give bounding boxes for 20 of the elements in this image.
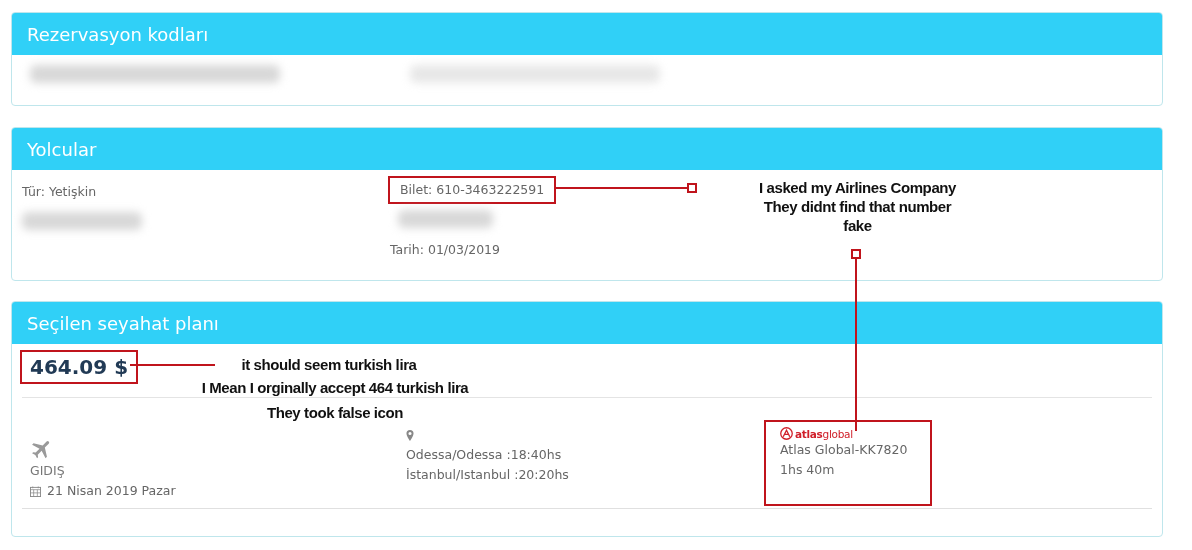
route-stop: İstanbul/Istanbul :20:20hs bbox=[406, 466, 569, 484]
departure-date: 21 Nisan 2019 Pazar bbox=[47, 482, 176, 500]
passenger-type: Tür: Yetişkin bbox=[22, 183, 97, 201]
panel-title: Yolcular bbox=[27, 138, 97, 160]
annotation-text: it should seem turkish lira bbox=[240, 355, 418, 374]
flight-duration: 1hs 40m bbox=[780, 461, 835, 479]
flight-number: Atlas Global-KK7820 bbox=[780, 441, 908, 459]
panel-title: Rezervasyon kodları bbox=[27, 23, 209, 45]
airline-logo-icon bbox=[780, 427, 793, 440]
ticket-number: Bilet: 610-3463222591 bbox=[390, 178, 555, 202]
annotation-text: I asked my Airlines Company They didnt find that number fake bbox=[757, 178, 958, 235]
panel-title: Seçilen seyahat planı bbox=[27, 312, 219, 334]
route-stop: Odessa/Odessa :18:40hs bbox=[406, 446, 562, 464]
location-pin-icon bbox=[406, 430, 414, 441]
ticket-date: Tarih: 01/03/2019 bbox=[390, 241, 500, 259]
calendar-icon bbox=[30, 485, 41, 497]
direction-label: GIDIŞ bbox=[30, 462, 65, 480]
price: 464.09 $ bbox=[22, 352, 137, 382]
airline-logo: atlasglobal bbox=[795, 427, 853, 440]
annotation-text: I Mean I orginally accept 464 turkish lira They took false icon bbox=[200, 378, 470, 423]
